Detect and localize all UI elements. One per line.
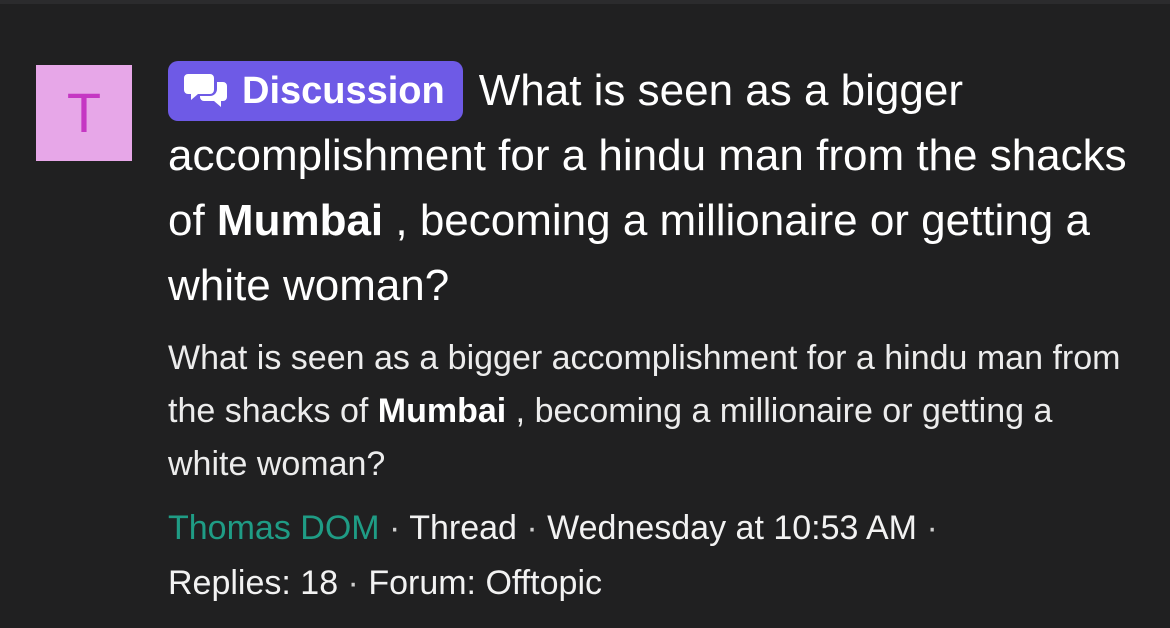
meta-separator: · xyxy=(917,509,938,547)
badge-label: Discussion xyxy=(242,70,445,112)
thread-snippet: What is seen as a bigger accomplishment … xyxy=(168,332,1128,491)
avatar[interactable]: T xyxy=(36,65,132,161)
avatar-letter: T xyxy=(66,81,102,144)
meta-replies: Replies: 18 xyxy=(168,564,339,602)
discussion-badge: Discussion xyxy=(168,61,463,121)
meta-forum[interactable]: Forum: Offtopic xyxy=(368,564,602,602)
thread-meta: Thomas DOM · Thread · Wednesday at 10:53… xyxy=(168,501,1128,611)
top-divider xyxy=(0,0,1170,4)
meta-separator: · xyxy=(338,564,369,602)
meta-separator: · xyxy=(379,509,410,547)
meta-separator: · xyxy=(516,509,548,547)
meta-type: Thread xyxy=(409,509,517,547)
author-link[interactable]: Thomas DOM xyxy=(168,509,380,547)
title-highlight: Mumbai xyxy=(216,196,384,245)
chat-bubbles-icon xyxy=(184,74,227,107)
search-result: Discussion What is seen as a bigger acco… xyxy=(168,61,1128,611)
thread-title[interactable]: Discussion What is seen as a bigger acco… xyxy=(168,58,1128,318)
meta-date: Wednesday at 10:53 AM xyxy=(547,509,917,547)
snippet-highlight: Mumbai xyxy=(377,392,507,430)
